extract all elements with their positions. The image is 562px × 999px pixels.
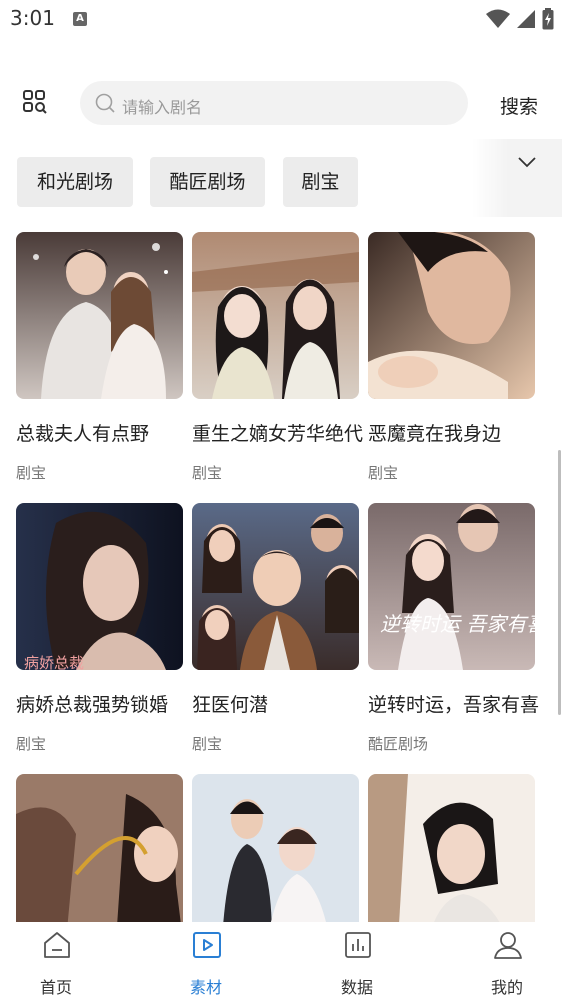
chip-jubao[interactable]: 剧宝 — [283, 157, 358, 207]
filter-grid-icon[interactable] — [22, 89, 48, 115]
drama-source: 酷匠剧场 — [368, 735, 429, 753]
tab-data-label: 数据 — [340, 978, 373, 997]
drama-card[interactable]: 狂医何潜 剧宝 — [192, 503, 360, 754]
drama-poster[interactable] — [368, 232, 535, 399]
drama-source: 剧宝 — [192, 735, 223, 753]
search-button[interactable]: 搜索 — [500, 92, 538, 119]
drama-poster[interactable] — [192, 232, 359, 399]
category-chips: 和光剧场 酷匠剧场 剧宝 — [0, 139, 562, 217]
drama-card[interactable] — [368, 774, 536, 922]
notification-icon: A — [73, 12, 87, 26]
drama-source: 剧宝 — [192, 464, 223, 482]
battery-icon — [542, 8, 554, 30]
tab-data[interactable]: 数据 — [312, 922, 402, 999]
scrollbar[interactable] — [558, 450, 561, 715]
drama-card[interactable]: 逆转时运 吾家有喜 逆转时运，吾家有喜 酷匠剧场 — [368, 503, 539, 754]
drama-card[interactable]: 恶魔竟在我身边 剧宝 — [368, 232, 536, 483]
drama-title: 总裁夫人有点野 — [16, 423, 150, 445]
drama-title: 病娇总裁强势锁婚 — [16, 694, 169, 716]
drama-card[interactable] — [16, 774, 184, 922]
tab-home-label: 首页 — [39, 978, 72, 997]
bar-chart-icon — [345, 932, 371, 958]
user-icon — [494, 932, 522, 959]
poster-caption: 病娇总裁 — [24, 654, 84, 670]
drama-grid: 总裁夫人有点野 剧宝 重生之嫡女芳华绝代 剧宝 恶魔竟在我身边 剧宝 病娇总裁 … — [0, 232, 562, 922]
status-time: 3:01 — [10, 6, 55, 30]
status-bar: 3:01 A — [0, 0, 562, 40]
chips-expand-area[interactable] — [472, 139, 562, 217]
system-icons — [486, 8, 554, 30]
poster-caption: 逆转时运 吾家有喜 — [380, 612, 535, 636]
chip-heguang[interactable]: 和光剧场 — [17, 157, 133, 207]
drama-title: 狂医何潜 — [192, 694, 269, 716]
tab-me[interactable]: 我的 — [462, 922, 552, 999]
drama-card[interactable]: 病娇总裁 病娇总裁强势锁婚 剧宝 — [16, 503, 184, 754]
drama-title: 重生之嫡女芳华绝代 — [192, 423, 364, 445]
drama-poster[interactable] — [192, 503, 359, 670]
tab-me-label: 我的 — [490, 978, 523, 997]
chip-kujiang[interactable]: 酷匠剧场 — [150, 157, 265, 207]
drama-poster[interactable] — [16, 774, 183, 922]
signal-icon — [517, 10, 535, 28]
search-icon — [95, 93, 115, 113]
chevron-down-icon[interactable] — [516, 151, 538, 173]
drama-card[interactable]: 总裁夫人有点野 剧宝 — [16, 232, 184, 483]
drama-card[interactable] — [192, 774, 360, 922]
search-input[interactable]: 请输入剧名 — [80, 81, 468, 125]
drama-source: 剧宝 — [16, 735, 47, 753]
drama-card[interactable]: 重生之嫡女芳华绝代 剧宝 — [192, 232, 363, 483]
drama-source: 剧宝 — [368, 464, 399, 482]
wifi-icon — [486, 9, 510, 28]
tab-materials[interactable]: 素材 — [161, 922, 251, 999]
drama-poster[interactable]: 逆转时运 吾家有喜 — [368, 503, 535, 670]
drama-source: 剧宝 — [16, 464, 47, 482]
drama-poster[interactable]: 病娇总裁 — [16, 503, 183, 670]
drama-poster[interactable] — [16, 232, 183, 399]
home-icon — [44, 932, 70, 958]
tab-materials-label: 素材 — [189, 978, 222, 997]
tab-home[interactable]: 首页 — [11, 922, 101, 999]
drama-title: 恶魔竟在我身边 — [368, 423, 502, 445]
drama-poster[interactable] — [192, 774, 359, 922]
play-square-icon — [193, 932, 221, 958]
drama-title: 逆转时运，吾家有喜 — [368, 694, 540, 716]
search-header: 请输入剧名 搜索 — [0, 75, 562, 131]
bottom-nav: 首页 素材 数据 我的 — [0, 922, 562, 999]
drama-poster[interactable] — [368, 774, 535, 922]
search-placeholder: 请输入剧名 — [122, 98, 203, 117]
